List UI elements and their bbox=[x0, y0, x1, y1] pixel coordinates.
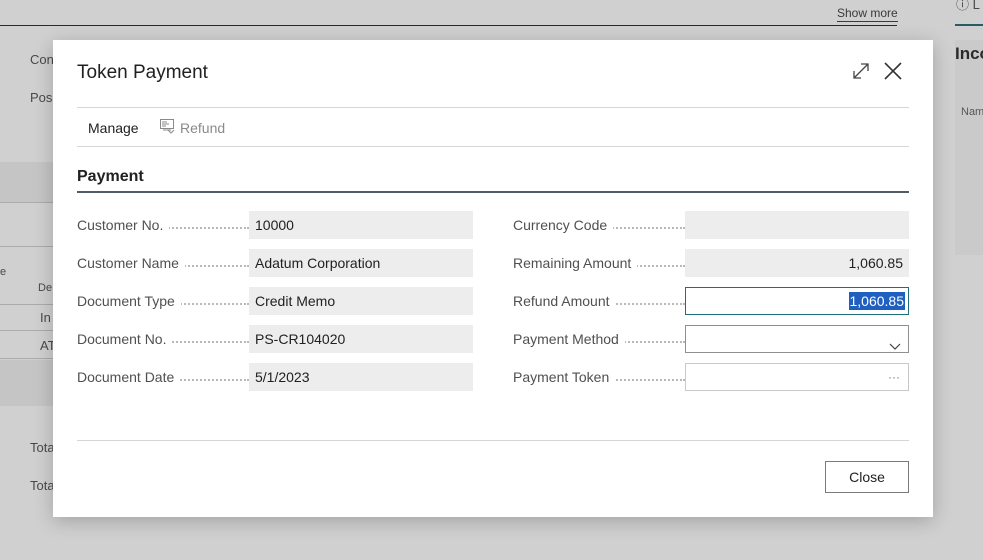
document-date-field[interactable]: 5/1/2023 bbox=[249, 363, 473, 391]
remaining-amount-label: Remaining Amount bbox=[513, 255, 685, 275]
header-divider bbox=[77, 107, 909, 108]
refund-label: Refund bbox=[180, 119, 226, 136]
dialog-title: Token Payment bbox=[77, 62, 208, 83]
footer-divider bbox=[77, 440, 909, 441]
currency-code-label: Currency Code bbox=[513, 217, 685, 237]
close-icon[interactable] bbox=[881, 59, 905, 83]
document-no-label: Document No. bbox=[77, 331, 249, 351]
payment-method-label: Payment Method bbox=[513, 331, 685, 351]
refund-icon bbox=[159, 118, 175, 137]
section-underline bbox=[77, 191, 909, 193]
chevron-down-icon bbox=[889, 333, 901, 350]
refund-amount-input[interactable]: 1,060.85 bbox=[685, 287, 909, 315]
token-payment-dialog: Token Payment Manage Refund Payment Cust… bbox=[53, 40, 933, 517]
customer-no-label: Customer No. bbox=[77, 217, 249, 237]
manage-action[interactable]: Manage bbox=[88, 120, 139, 136]
customer-no-field[interactable]: 10000 bbox=[249, 211, 473, 239]
expand-icon[interactable] bbox=[850, 60, 872, 82]
customer-name-field[interactable]: Adatum Corporation bbox=[249, 249, 473, 277]
document-type-label: Document Type bbox=[77, 293, 249, 313]
document-date-label: Document Date bbox=[77, 369, 249, 389]
refund-action[interactable]: Refund bbox=[159, 118, 225, 137]
document-type-field[interactable]: Credit Memo bbox=[249, 287, 473, 315]
refund-amount-label: Refund Amount bbox=[513, 293, 685, 313]
actions-divider bbox=[77, 146, 909, 147]
close-button[interactable]: Close bbox=[825, 461, 909, 493]
payment-token-field[interactable]: ··· bbox=[685, 363, 909, 391]
customer-name-label: Customer Name bbox=[77, 255, 249, 275]
payment-method-select[interactable] bbox=[685, 325, 909, 353]
refund-amount-value: 1,060.85 bbox=[848, 292, 905, 310]
currency-code-field[interactable] bbox=[685, 211, 909, 239]
remaining-amount-field[interactable]: 1,060.85 bbox=[685, 249, 909, 277]
lookup-ellipsis-icon[interactable]: ··· bbox=[888, 364, 900, 390]
payment-token-label: Payment Token bbox=[513, 369, 685, 389]
section-title-payment: Payment bbox=[77, 168, 144, 185]
document-no-field[interactable]: PS-CR104020 bbox=[249, 325, 473, 353]
